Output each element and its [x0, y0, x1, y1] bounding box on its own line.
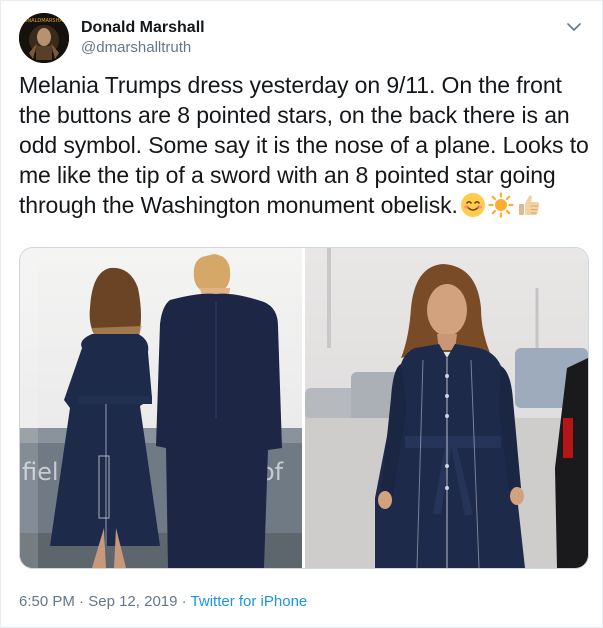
media-grid: fiel of	[19, 247, 589, 569]
photo-woman-navy-dress[interactable]	[305, 248, 588, 568]
handle[interactable]: @dmarshalltruth	[81, 38, 205, 58]
thumbs-up-emoji	[516, 192, 542, 218]
avatar-text: DONALDMARSHALL	[20, 18, 69, 24]
tweet-footer: 6:50 PM · Sep 12, 2019 · Twitter for iPh…	[19, 592, 307, 612]
tweet-text: Melania Trumps dress yesterday on 9/11. …	[19, 70, 589, 220]
footer-separator: ·	[79, 593, 85, 610]
avatar-image: DONALDMARSHALL	[19, 13, 69, 63]
display-name[interactable]: Donald Marshall	[81, 18, 205, 38]
chevron-down-icon[interactable]	[564, 17, 584, 37]
sun-emoji	[488, 192, 514, 218]
tweet-source-link[interactable]: Twitter for iPhone	[191, 593, 308, 610]
avatar[interactable]: DONALDMARSHALL	[19, 13, 69, 63]
tweet-date[interactable]: Sep 12, 2019	[88, 593, 177, 610]
footer-separator: ·	[181, 593, 187, 610]
author-names: Donald Marshall @dmarshalltruth	[81, 18, 205, 58]
tweet-header: DONALDMARSHALL Donald Marshall @dmarshal…	[19, 13, 584, 65]
photo-couple-back-view[interactable]: fiel of	[20, 248, 302, 568]
tweet-time[interactable]: 6:50 PM	[19, 593, 75, 610]
tweet-card: DONALDMARSHALL Donald Marshall @dmarshal…	[0, 0, 603, 628]
smiling-face-emoji	[460, 192, 486, 218]
